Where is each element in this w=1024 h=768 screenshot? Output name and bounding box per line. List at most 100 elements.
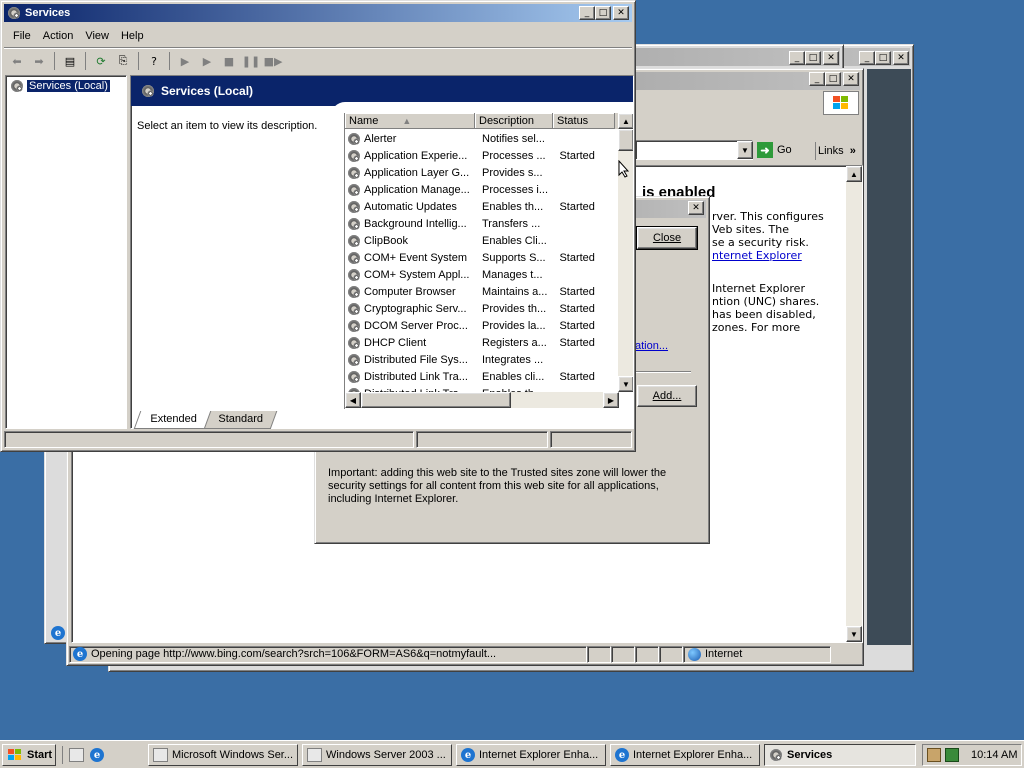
taskbar-item-label: Internet Explorer Enha... xyxy=(633,749,753,761)
taskbar-item-3[interactable]: e Internet Explorer Enha... xyxy=(456,744,606,766)
maximize-icon[interactable]: □ xyxy=(805,51,821,65)
security-icon[interactable] xyxy=(945,748,959,762)
ie-scrollbar[interactable]: ▲ ▼ xyxy=(846,166,862,642)
services-gear-icon xyxy=(10,79,24,93)
column-header-status[interactable]: Status xyxy=(553,113,615,129)
status-panel xyxy=(587,645,611,663)
list-horizontal-scrollbar[interactable]: ◀ ▶ xyxy=(345,392,619,408)
maximize-icon[interactable]: □ xyxy=(595,6,611,20)
forward-arrow-icon[interactable]: ➡ xyxy=(29,51,49,71)
table-row[interactable]: Application Experie... Processes ... Start… xyxy=(347,147,617,164)
service-name-cell: Alerter xyxy=(347,131,478,146)
ie-icon[interactable]: e xyxy=(90,748,104,762)
go-button[interactable]: ➜ Go xyxy=(757,140,805,160)
table-row[interactable]: Alerter Notifies sel... xyxy=(347,130,617,147)
scroll-left-icon[interactable]: ◀ xyxy=(345,392,361,408)
taskbar-item-services[interactable]: Services xyxy=(764,744,916,766)
service-name: Distributed File Sys... xyxy=(364,353,468,366)
table-row[interactable]: COM+ Event System Supports S... Started xyxy=(347,249,617,266)
table-row[interactable]: ClipBook Enables Cli... xyxy=(347,232,617,249)
scroll-down-icon[interactable]: ▼ xyxy=(618,376,633,392)
start-service-icon[interactable]: ▶ xyxy=(175,51,195,71)
column-header-description[interactable]: Description xyxy=(475,113,553,129)
table-row[interactable]: Computer Browser Maintains a... Started xyxy=(347,283,617,300)
column-header-name[interactable]: Name ▲ xyxy=(345,113,475,129)
links-button[interactable]: Links » xyxy=(815,142,861,160)
export-list-icon[interactable]: ⎘ xyxy=(113,51,133,71)
tab-extended[interactable]: Extended xyxy=(133,411,213,429)
table-row[interactable]: Distributed Link Tra...Enables th... xyxy=(347,385,617,392)
menu-file[interactable]: File xyxy=(7,28,37,44)
table-row[interactable]: DCOM Server Proc... Provides la... Started xyxy=(347,317,617,334)
minimize-icon[interactable]: _ xyxy=(579,6,595,20)
back-arrow-icon[interactable]: ⬅ xyxy=(7,51,27,71)
maximize-icon[interactable]: □ xyxy=(825,72,841,86)
add-button[interactable]: Add... xyxy=(637,385,697,407)
table-row[interactable]: COM+ System Appl... Manages t... xyxy=(347,266,617,283)
scroll-right-icon[interactable]: ▶ xyxy=(603,392,619,408)
taskbar-item-1[interactable]: Microsoft Windows Ser... xyxy=(148,744,298,766)
start-service-alt-icon[interactable]: ▶ xyxy=(197,51,217,71)
ie-icon[interactable]: e xyxy=(51,626,65,640)
scroll-down-icon[interactable]: ▼ xyxy=(846,626,862,642)
minimize-icon[interactable]: _ xyxy=(859,51,875,65)
ie-link-1[interactable]: nternet Explorer xyxy=(712,249,824,262)
service-name-cell: Automatic Updates xyxy=(347,199,478,214)
close-icon[interactable]: ✕ xyxy=(823,51,839,65)
service-name: Automatic Updates xyxy=(364,200,457,213)
menu-action[interactable]: Action xyxy=(37,28,80,44)
table-row[interactable]: Cryptographic Serv... Provides th... Start… xyxy=(347,300,617,317)
service-gear-icon xyxy=(347,250,361,265)
stop-service-icon[interactable]: ■ xyxy=(219,51,239,71)
taskbar-item-label: Microsoft Windows Ser... xyxy=(172,749,294,761)
table-row[interactable]: DHCP Client Registers a... Started xyxy=(347,334,617,351)
table-row[interactable]: Application Manage... Processes i... xyxy=(347,181,617,198)
maximize-icon[interactable]: □ xyxy=(875,51,891,65)
table-row[interactable]: Distributed Link Tra... Enables cli... Sta… xyxy=(347,368,617,385)
minimize-icon[interactable]: _ xyxy=(789,51,805,65)
taskbar-item-2[interactable]: Windows Server 2003 ... xyxy=(302,744,452,766)
service-name-cell: Distributed File Sys... xyxy=(347,352,478,367)
refresh-icon[interactable]: ⟳ xyxy=(91,51,111,71)
list-vertical-scrollbar[interactable]: ▲ ▼ xyxy=(618,113,633,392)
minimize-icon[interactable]: _ xyxy=(809,72,825,86)
close-icon[interactable]: ✕ xyxy=(613,6,629,20)
restart-service-icon[interactable]: ■▶ xyxy=(263,51,283,71)
service-gear-icon xyxy=(347,301,361,316)
table-row[interactable]: Background Intellig... Transfers ... xyxy=(347,215,617,232)
show-hide-tree-icon[interactable]: ▤ xyxy=(60,51,80,71)
table-row[interactable]: Distributed File Sys... Integrates ... xyxy=(347,351,617,368)
service-name: ClipBook xyxy=(364,234,409,247)
dialog-link[interactable]: ation... xyxy=(635,340,668,352)
service-status: Started xyxy=(559,149,595,162)
server-manager-icon[interactable] xyxy=(69,748,84,762)
tab-standard[interactable]: Standard xyxy=(204,411,278,429)
close-button[interactable]: Close xyxy=(636,226,698,250)
ie-text-line: se a security risk. xyxy=(712,236,809,249)
address-dropdown-button[interactable]: ▼ xyxy=(737,141,753,159)
pause-service-icon[interactable]: ❚❚ xyxy=(241,51,261,71)
status-panel xyxy=(416,431,548,448)
help-icon[interactable]: ? xyxy=(144,51,164,71)
scroll-thumb[interactable] xyxy=(618,129,633,151)
start-button[interactable]: Start xyxy=(2,744,56,766)
menu-help[interactable]: Help xyxy=(115,28,150,44)
close-icon[interactable]: ✕ xyxy=(843,72,859,86)
scroll-up-icon[interactable]: ▲ xyxy=(846,166,862,182)
scroll-h-thumb[interactable] xyxy=(361,392,511,408)
table-row[interactable]: Application Layer G... Provides s... xyxy=(347,164,617,181)
app-window-icon xyxy=(153,748,168,762)
menu-view[interactable]: View xyxy=(79,28,115,44)
scroll-up-icon[interactable]: ▲ xyxy=(618,113,633,129)
service-gear-icon xyxy=(347,369,361,384)
ie-icon: e xyxy=(615,748,629,762)
taskbar-item-4[interactable]: e Internet Explorer Enha... xyxy=(610,744,760,766)
address-input[interactable] xyxy=(635,140,753,160)
close-icon[interactable]: ✕ xyxy=(688,201,704,215)
network-icon[interactable] xyxy=(927,748,941,762)
tree-item-services-local[interactable]: Services (Local) xyxy=(10,79,111,93)
table-row[interactable]: Automatic Updates Enables th... Started xyxy=(347,198,617,215)
close-icon[interactable]: ✕ xyxy=(893,51,909,65)
services-list: Name ▲ Description Status Alerter Notifies… xyxy=(344,113,633,409)
service-description: Provides th... xyxy=(482,302,547,315)
